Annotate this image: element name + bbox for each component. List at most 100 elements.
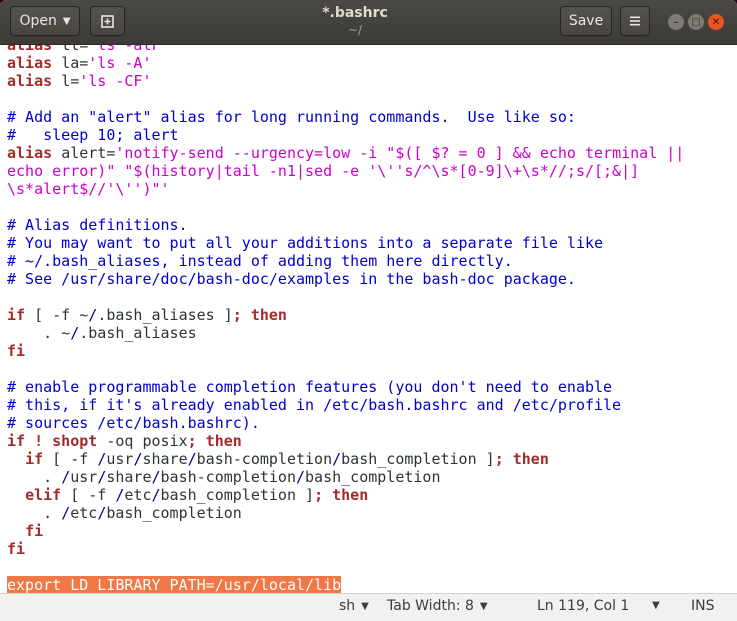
cursor-position-label: Ln 119, Col 1 (537, 598, 630, 614)
hamburger-menu-button[interactable] (620, 6, 650, 36)
code-line[interactable] (7, 198, 684, 216)
code-line[interactable]: # enable programmable completion feature… (7, 378, 684, 396)
language-selector[interactable]: sh ▼ (339, 598, 369, 614)
open-button[interactable]: Open ▼ (10, 6, 80, 36)
code-line[interactable] (7, 90, 684, 108)
text-editor[interactable]: alias ll='ls -alF' alias la='ls -A' alias … (0, 45, 737, 593)
tab-width-selector[interactable]: Tab Width: 8 ▼ (387, 598, 488, 614)
code-token: [ -f ~ (25, 306, 89, 324)
open-label: Open (19, 13, 57, 29)
code-token: alert= (61, 144, 116, 162)
insert-mode-indicator[interactable]: INS (691, 598, 715, 614)
code-line[interactable]: # See /usr/share/doc/bash-doc/examples i… (7, 270, 684, 288)
code-line[interactable]: alias ll='ls -alF' (7, 45, 684, 54)
code-token: fi (7, 540, 26, 558)
code-token: 'ls -alF' (88, 45, 170, 54)
code-token: bash-completion (160, 468, 296, 486)
new-document-button[interactable] (90, 6, 125, 36)
code-token: alias (7, 144, 62, 162)
code-token: # You may want to put all your additions… (7, 234, 604, 252)
code-token: ; (232, 306, 251, 324)
code-token: elif (25, 486, 62, 504)
code-token: ; then (314, 486, 369, 504)
code-token: / (97, 468, 107, 486)
selected-text: export LD_LIBRARY_PATH=/usr/local/lib (7, 576, 342, 593)
code-token: . (7, 468, 62, 486)
code-token: # Add an "alert" alias for long running … (7, 108, 576, 126)
chevron-down-icon[interactable]: ▼ (652, 600, 660, 611)
code-line[interactable]: # this, if it's already enabled in /etc/… (7, 396, 684, 414)
code-token: 'ls -CF' (79, 72, 152, 90)
code-line[interactable]: . /etc/bash_completion (7, 504, 684, 522)
code-line[interactable]: # ~/.bash_aliases, instead of adding the… (7, 252, 684, 270)
code-line[interactable]: alias alert='notify-send --urgency=low -… (7, 144, 684, 162)
code-line[interactable]: . ~/.bash_aliases (7, 324, 684, 342)
code-line[interactable]: alias la='ls -A' (7, 54, 684, 72)
code-line[interactable] (7, 558, 684, 576)
document-title: *.bashrc (322, 5, 388, 21)
code-token: / (97, 504, 107, 522)
code-token: bash_completion (305, 468, 441, 486)
code-token: alias (7, 54, 62, 72)
code-line[interactable]: echo error)" "$(history|tail -n1|sed -e … (7, 162, 684, 180)
code-view[interactable]: alias ll='ls -alF' alias la='ls -A' alias … (7, 45, 684, 593)
code-token: / (70, 324, 80, 342)
code-token: / (332, 450, 342, 468)
code-token: 'notify-send --urgency=low -i "$([ $? = … (115, 144, 685, 162)
code-token: 'ls -A' (88, 54, 152, 72)
code-token: .bash_aliases ] (97, 306, 233, 324)
minimize-icon[interactable]: – (668, 14, 684, 30)
code-line[interactable]: if [ -f ~/.bash_aliases ]; then (7, 306, 684, 324)
code-line[interactable]: fi (7, 522, 684, 540)
maximize-icon[interactable]: □ (688, 14, 704, 30)
code-token: bash-completion (196, 450, 333, 468)
code-token: usr (106, 450, 134, 468)
code-line[interactable] (7, 360, 684, 378)
code-token: / (151, 486, 161, 504)
code-line[interactable]: fi (7, 540, 684, 558)
close-icon[interactable]: ✕ (708, 14, 724, 30)
code-line[interactable]: \s*alert$//'\'')"' (7, 180, 684, 198)
code-line[interactable]: # Add an "alert" alias for long running … (7, 108, 684, 126)
code-token: if (25, 450, 44, 468)
document-path: ~/ (347, 23, 363, 37)
code-token: [ -f (61, 486, 116, 504)
code-token: ; then (187, 432, 242, 450)
window-title-block: *.bashrc ~/ (200, 5, 510, 38)
code-line[interactable]: fi (7, 342, 684, 360)
code-token: share (106, 468, 152, 486)
cursor-position-selector[interactable]: Ln 119, Col 1 (537, 598, 629, 614)
code-line[interactable]: if [ -f /usr/share/bash-completion/bash_… (7, 450, 684, 468)
code-token: usr (70, 468, 98, 486)
code-token: ; then (494, 450, 549, 468)
code-line[interactable]: # sources /etc/bash.bashrc). (7, 414, 684, 432)
code-token: / (61, 468, 71, 486)
save-button[interactable]: Save (560, 6, 612, 36)
chevron-down-icon: ▼ (479, 600, 488, 612)
code-line[interactable]: alias l='ls -CF' (7, 72, 684, 90)
code-token: # ~/.bash_aliases, instead of adding the… (7, 252, 513, 270)
code-token: # sources /etc/bash.bashrc). (7, 414, 260, 432)
code-token: if ! shopt (7, 432, 98, 450)
code-token: fi (7, 342, 26, 360)
code-line[interactable]: export LD_LIBRARY_PATH=/usr/local/lib (7, 576, 684, 593)
code-line[interactable]: if ! shopt -oq posix; then (7, 432, 684, 450)
code-token: ll= (61, 45, 89, 54)
code-line[interactable]: # Alias definitions. (7, 216, 684, 234)
code-token: .bash_aliases (79, 324, 197, 342)
code-line[interactable]: # You may want to put all your additions… (7, 234, 684, 252)
code-token: etc (124, 486, 152, 504)
code-line[interactable]: # sleep 10; alert (7, 126, 684, 144)
code-token: alias (7, 72, 62, 90)
language-label: sh (339, 598, 356, 614)
code-token: # sleep 10; alert (7, 126, 179, 144)
code-token: la= (61, 54, 89, 72)
code-line[interactable]: elif [ -f /etc/bash_completion ]; then (7, 486, 684, 504)
code-line[interactable] (7, 288, 684, 306)
code-line[interactable]: . /usr/share/bash-completion/bash_comple… (7, 468, 684, 486)
code-token: # See /usr/share/doc/bash-doc/examples i… (7, 270, 576, 288)
code-token: # this, if it's already enabled in /etc/… (7, 396, 622, 414)
